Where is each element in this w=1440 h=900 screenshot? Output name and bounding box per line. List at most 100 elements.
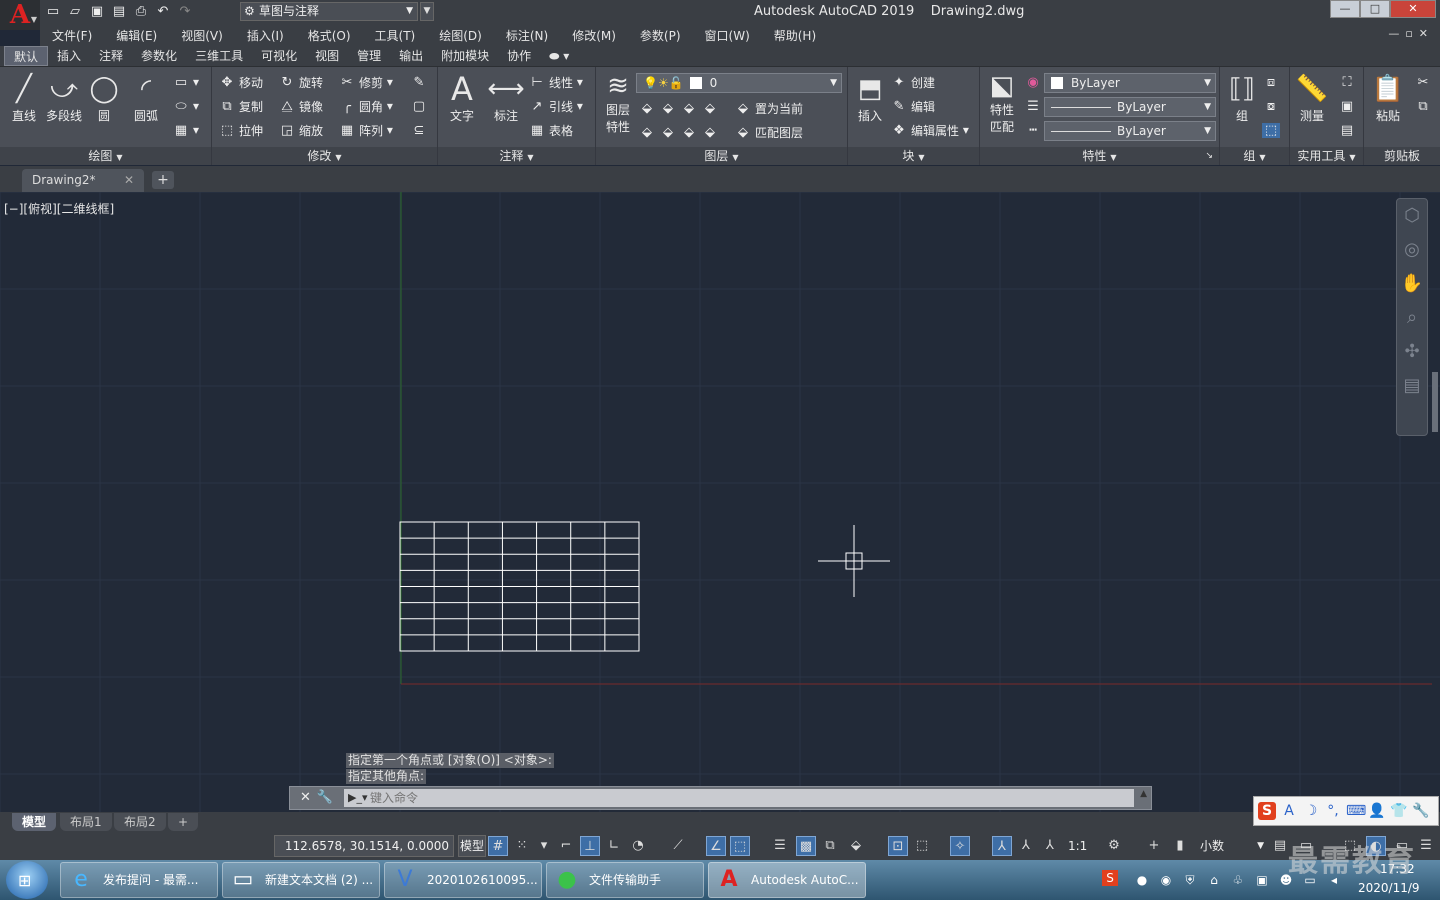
menu-help[interactable]: 帮助(H) bbox=[762, 27, 828, 44]
network-drive-icon[interactable]: ⌂ bbox=[1206, 872, 1222, 888]
ortho-icon[interactable]: ∟ bbox=[604, 836, 624, 856]
viewcube-icon[interactable]: ⬡ bbox=[1397, 199, 1427, 233]
group-edit-button[interactable]: ⧇ bbox=[1262, 95, 1283, 117]
layer-thaw-icon[interactable]: ⬙ bbox=[680, 125, 698, 140]
linear-dim-button[interactable]: ⊢ 线性 ▾ bbox=[528, 71, 583, 93]
tab-view[interactable]: 视图 bbox=[306, 46, 348, 66]
fillet-button[interactable]: ╭ 圆角 ▾ bbox=[338, 95, 393, 117]
save-as-icon[interactable]: ▤ bbox=[110, 4, 128, 20]
sogou-tray-icon[interactable]: S bbox=[1102, 870, 1118, 886]
linetype-button[interactable]: ┅ bbox=[1024, 119, 1045, 141]
match-properties-button[interactable]: ⬕ 特性 匹配 bbox=[982, 71, 1022, 135]
moon-icon[interactable]: ☽ bbox=[1302, 802, 1320, 820]
undo-icon[interactable]: ↶ bbox=[154, 4, 172, 20]
gizmo-icon[interactable]: ✧ bbox=[950, 836, 970, 856]
quick-properties-icon[interactable]: ▤ bbox=[1270, 836, 1290, 856]
transparency-icon[interactable]: ▩ bbox=[796, 836, 816, 856]
tab-layout2[interactable]: 布局2 bbox=[114, 813, 166, 831]
annotation-scale-icon[interactable]: ⅄ bbox=[1040, 836, 1060, 856]
task-visio[interactable]: V 2020102610095... bbox=[384, 862, 542, 898]
dimension-button[interactable]: ⟷ 标注 bbox=[486, 71, 526, 124]
dynamic-input-icon[interactable]: ⌐ bbox=[556, 836, 576, 856]
coordinates-readout[interactable]: 112.6578, 30.1514, 0.0000 bbox=[274, 835, 454, 857]
task-wechat[interactable]: ● 文件传输助手 bbox=[546, 862, 704, 898]
panel-draw-title[interactable]: 绘图 ▼ bbox=[0, 147, 211, 165]
copy-button[interactable]: ⧉ 复制 bbox=[218, 95, 263, 117]
menu-tools[interactable]: 工具(T) bbox=[363, 27, 428, 44]
zoom-icon[interactable]: ⌕ bbox=[1397, 301, 1427, 335]
edit-attributes-button[interactable]: ❖ 编辑属性 ▾ bbox=[890, 119, 969, 141]
group-button[interactable]: ⟦⟧ 组 bbox=[1222, 71, 1262, 124]
new-file-icon[interactable]: ▭ bbox=[44, 4, 62, 20]
tab-visualize[interactable]: 可视化 bbox=[252, 46, 306, 66]
command-input[interactable] bbox=[344, 789, 1134, 807]
layer-unisolate-icon[interactable]: ⬙ bbox=[659, 125, 677, 140]
layer-lock-icon[interactable]: ⬙ bbox=[701, 101, 719, 116]
rotate-button[interactable]: ↻ 旋转 bbox=[278, 71, 323, 93]
menu-parametric[interactable]: 参数(P) bbox=[628, 27, 693, 44]
selection-filter-icon[interactable]: ⬚ bbox=[912, 836, 932, 856]
select-all-button[interactable]: ▣ bbox=[1338, 95, 1359, 117]
layer-on-icon[interactable]: ⬙ bbox=[638, 125, 656, 140]
menu-format[interactable]: 格式(O) bbox=[296, 27, 363, 44]
showmotion-icon[interactable]: ▤ bbox=[1397, 369, 1427, 403]
calculator-button[interactable]: ▤ bbox=[1338, 119, 1359, 141]
wrench-icon[interactable]: 🔧 bbox=[1412, 802, 1430, 820]
color-wheel-button[interactable]: ◉ bbox=[1024, 71, 1045, 93]
annotation-scale-value[interactable]: 1:1 bbox=[1068, 836, 1087, 856]
application-menu-button[interactable]: A ▼ bbox=[0, 0, 40, 30]
units-select[interactable]: 小数 ▼ bbox=[1192, 836, 1266, 856]
leader-button[interactable]: ↗ 引线 ▾ bbox=[528, 95, 583, 117]
start-button[interactable]: ⊞ bbox=[6, 861, 48, 899]
mirror-button[interactable]: ⧋ 镜像 bbox=[278, 95, 323, 117]
punctuation-icon[interactable]: °, bbox=[1324, 802, 1342, 820]
menu-modify[interactable]: 修改(M) bbox=[560, 27, 628, 44]
keyboard-icon[interactable]: ⌨ bbox=[1346, 802, 1366, 820]
wrench-icon[interactable]: 🔧 bbox=[317, 790, 339, 805]
dynamic-ucs-icon[interactable]: ⊡ bbox=[888, 836, 908, 856]
menu-draw[interactable]: 绘图(D) bbox=[427, 27, 494, 44]
scale-button[interactable]: ◲ 缩放 bbox=[278, 119, 323, 141]
panel-properties-title[interactable]: 特性 ▼ ↘ bbox=[980, 147, 1219, 165]
document-window-controls[interactable]: —▫✕ bbox=[1388, 27, 1434, 40]
lineweight-button[interactable]: ☰ bbox=[1024, 95, 1045, 117]
trim-button[interactable]: ✂ 修剪 ▾ bbox=[338, 71, 393, 93]
table-button[interactable]: ▦ 表格 bbox=[528, 119, 573, 141]
orbit-icon[interactable]: ✣ bbox=[1397, 335, 1427, 369]
measure-button[interactable]: 📏 测量 bbox=[1292, 71, 1332, 124]
layer-isolate-icon[interactable]: ⬙ bbox=[659, 101, 677, 116]
panel-utilities-title[interactable]: 实用工具 ▼ bbox=[1290, 147, 1363, 165]
menu-dimension[interactable]: 标注(N) bbox=[494, 27, 560, 44]
command-prompt-icon[interactable]: ▶_▾ bbox=[348, 791, 367, 804]
color-select[interactable]: ByLayer ▼ bbox=[1044, 73, 1216, 93]
shield-icon[interactable]: ⛨ bbox=[1182, 872, 1198, 888]
clock-date[interactable]: 2020/11/9 bbox=[1358, 881, 1420, 895]
panel-annotation-title[interactable]: 注释 ▼ bbox=[438, 147, 595, 165]
object-snap-tracking-icon[interactable]: ∠ bbox=[706, 836, 726, 856]
task-autocad[interactable]: A Autodesk AutoC... bbox=[708, 862, 866, 898]
hatch-button[interactable]: ▦ ▾ bbox=[172, 119, 199, 141]
save-icon[interactable]: ▣ bbox=[88, 4, 106, 20]
pan-hand-icon[interactable]: ✋ bbox=[1397, 267, 1427, 301]
tab-annotate[interactable]: 注释 bbox=[90, 46, 132, 66]
paste-button[interactable]: 📋 粘贴 bbox=[1368, 71, 1408, 124]
edit-block-button[interactable]: ✎ 编辑 bbox=[890, 95, 935, 117]
array-button[interactable]: ▦ 阵列 ▾ bbox=[338, 119, 393, 141]
vertical-scrollbar[interactable] bbox=[1432, 372, 1438, 432]
selection-cycling-icon[interactable]: ⧉ bbox=[820, 836, 840, 856]
grid-icon[interactable]: # bbox=[488, 836, 508, 856]
layer-properties-button[interactable]: ≋ 图层 特性 bbox=[598, 71, 638, 135]
tab-output[interactable]: 输出 bbox=[390, 46, 432, 66]
open-folder-icon[interactable]: ▱ bbox=[66, 4, 84, 20]
insert-block-button[interactable]: ⬒ 插入 bbox=[850, 71, 890, 124]
layer-off-icon[interactable]: ⬙ bbox=[638, 101, 656, 116]
polar-tracking-icon[interactable]: ◔ bbox=[628, 836, 648, 856]
close-button[interactable]: ✕ bbox=[1390, 0, 1436, 18]
menu-insert[interactable]: 插入(I) bbox=[235, 27, 296, 44]
lineweight-display-icon[interactable]: ☰ bbox=[770, 836, 790, 856]
annotation-visibility-icon[interactable]: ⅄ bbox=[992, 836, 1012, 856]
plus-icon[interactable]: + bbox=[1144, 836, 1164, 856]
task-ie-browser[interactable]: e 发布提问 - 最需... bbox=[60, 862, 218, 898]
task-notepad[interactable]: ▭ 新建文本文档 (2) ... bbox=[222, 862, 380, 898]
close-icon[interactable]: ✕ bbox=[124, 169, 134, 192]
